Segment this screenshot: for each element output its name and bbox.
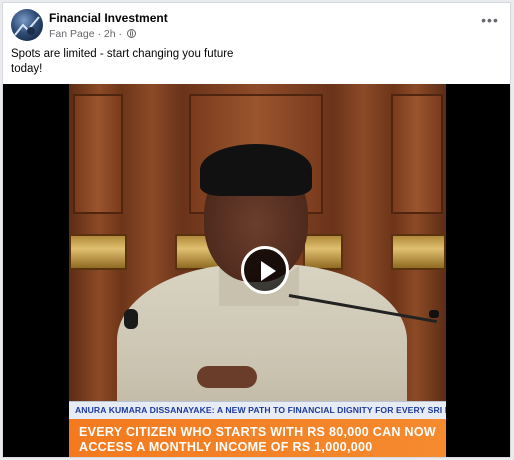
gold-carving [69,234,127,270]
speaker-hands [197,366,257,388]
ellipsis-icon: ••• [481,12,499,28]
video-frame: ANURA KUMARA DISSANAYAKE: A NEW PATH TO … [69,84,446,457]
page-name-link[interactable]: Financial Investment [49,11,168,25]
banner-line-2: ACCESS A MONTHLY INCOME OF RS 1,000,000 [79,440,373,454]
meta-separator: · [97,28,101,40]
meta-separator-2: · [118,28,123,40]
avatar-graphic-icon [14,16,40,36]
page-avatar[interactable] [11,9,43,41]
microphone-head [429,310,439,318]
gold-carving [391,234,446,270]
microphone [124,309,138,329]
post-header: Financial Investment Fan Page · 2h · ••• [11,9,502,43]
lower-third-title-bar: ANURA KUMARA DISSANAYAKE: A NEW PATH TO … [69,401,446,420]
lower-third-title: ANURA KUMARA DISSANAYAKE: A NEW PATH TO … [75,405,446,415]
wood-panel [73,94,123,214]
headline-banner: EVERY CITIZEN WHO STARTS WITH RS 80,000 … [69,419,446,457]
post-caption: Spots are limited - start changing you f… [11,48,234,75]
gold-carving [303,234,343,270]
video-player[interactable]: ANURA KUMARA DISSANAYAKE: A NEW PATH TO … [3,84,510,457]
wood-panel [391,94,443,214]
page-type: Fan Page [49,28,95,40]
speaker-hair [200,144,312,196]
globe-icon [126,29,136,38]
more-options-button[interactable]: ••• [478,13,502,29]
feed-post: Financial Investment Fan Page · 2h · •••… [2,2,511,458]
post-meta: Fan Page · 2h · [49,28,136,40]
banner-line-1: EVERY CITIZEN WHO STARTS WITH RS 80,000 … [79,425,436,439]
play-button[interactable] [241,246,289,294]
post-time-link[interactable]: 2h [104,28,116,40]
